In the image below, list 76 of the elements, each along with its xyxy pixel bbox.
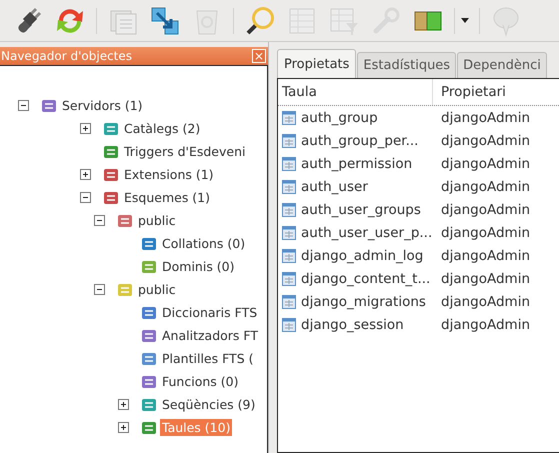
expander-icon[interactable] xyxy=(80,123,91,134)
node-icon xyxy=(103,166,119,182)
tab[interactable]: Propietats xyxy=(277,49,356,78)
table-cell: django_content_t... xyxy=(301,270,430,286)
table-cell: auth_user xyxy=(301,178,368,194)
table-cell-text: djangoAdmin xyxy=(440,202,530,218)
tree-item[interactable]: public xyxy=(136,212,178,229)
tab[interactable]: Estadístiques xyxy=(357,52,456,78)
expander-icon[interactable] xyxy=(80,169,91,180)
table-cell-text: djangoAdmin xyxy=(440,132,530,148)
node-icon xyxy=(103,190,119,206)
table-cell-text: djangoAdmin xyxy=(440,248,530,264)
node-icon xyxy=(141,236,157,252)
table-cell: auth_group_per... xyxy=(301,132,418,148)
tree-item[interactable]: Esquemes (1) xyxy=(122,189,212,206)
node-icon xyxy=(141,350,157,366)
table-cell-text: djangoAdmin xyxy=(440,156,530,172)
panel-title: Navegador d'objectes xyxy=(1,49,132,63)
node-icon xyxy=(103,144,119,160)
table-cell-text: djangoAdmin xyxy=(440,294,530,310)
tree-item[interactable]: Extensions (1) xyxy=(122,166,216,183)
tree-item[interactable]: Seqüències (9) xyxy=(160,396,258,413)
tree-item[interactable]: public xyxy=(136,281,178,298)
expander-icon[interactable] xyxy=(94,215,105,226)
expander-icon[interactable] xyxy=(118,422,129,433)
expander-icon[interactable] xyxy=(18,100,29,111)
table-cell: auth_group xyxy=(301,110,378,126)
node-icon xyxy=(117,212,133,228)
table-cell-text: djangoAdmin xyxy=(440,178,530,194)
table-icon xyxy=(282,134,296,148)
table-cell: django_session xyxy=(301,316,404,332)
table-icon xyxy=(282,248,296,262)
table-cell: django_migrations xyxy=(301,294,426,310)
column-header[interactable]: Taula xyxy=(278,79,433,105)
tree-item[interactable]: Funcions (0) xyxy=(160,373,240,390)
magnifier-icon[interactable] xyxy=(244,4,276,36)
tree-item[interactable]: Dominis (0) xyxy=(160,258,237,275)
node-icon xyxy=(141,258,157,274)
node-icon xyxy=(141,396,157,412)
node-icon xyxy=(141,420,157,436)
table-cell-text: djangoAdmin xyxy=(440,224,530,240)
expander-icon[interactable] xyxy=(118,399,129,410)
table-icon xyxy=(282,202,296,216)
node-icon xyxy=(141,328,157,344)
table-icon xyxy=(282,180,296,194)
table-icon xyxy=(282,156,296,170)
tree-item[interactable]: Diccionaris FTS xyxy=(160,304,260,321)
table-icon xyxy=(282,318,296,332)
node-icon xyxy=(41,98,57,114)
expander-icon[interactable] xyxy=(80,192,91,203)
table-cell: django_admin_log xyxy=(301,248,424,264)
table-cell-text: djangoAdmin xyxy=(440,270,530,286)
tab[interactable]: Dependènci xyxy=(457,52,547,78)
table-cell: auth_user_groups xyxy=(301,202,421,218)
node-icon xyxy=(117,282,133,298)
table-cell: auth_permission xyxy=(301,156,412,172)
tree-item[interactable]: Servidors (1) xyxy=(60,97,145,114)
table-icon xyxy=(282,272,296,286)
table-cell-text: djangoAdmin xyxy=(440,110,530,126)
expander-icon[interactable] xyxy=(94,284,105,295)
table-icon xyxy=(282,294,296,308)
tree-item[interactable]: Collations (0) xyxy=(160,235,248,252)
arrow-icon[interactable] xyxy=(149,4,181,36)
table-cell: auth_user_user_p... xyxy=(301,224,432,240)
table-icon xyxy=(282,110,296,124)
table-icon xyxy=(282,226,296,240)
tree-item[interactable]: Plantilles FTS ( xyxy=(160,350,256,367)
node-icon xyxy=(103,120,119,136)
column-header[interactable]: Propietari xyxy=(433,79,506,105)
node-icon xyxy=(141,304,157,320)
tree-item[interactable]: Catàlegs (2) xyxy=(122,120,202,137)
tree-item[interactable]: Triggers d'Esdeveni xyxy=(122,143,248,160)
node-icon xyxy=(141,374,157,390)
tree-item[interactable]: Analitzadors FT xyxy=(160,327,260,344)
caret-icon[interactable] xyxy=(461,18,469,23)
table-cell-text: djangoAdmin xyxy=(440,316,530,332)
